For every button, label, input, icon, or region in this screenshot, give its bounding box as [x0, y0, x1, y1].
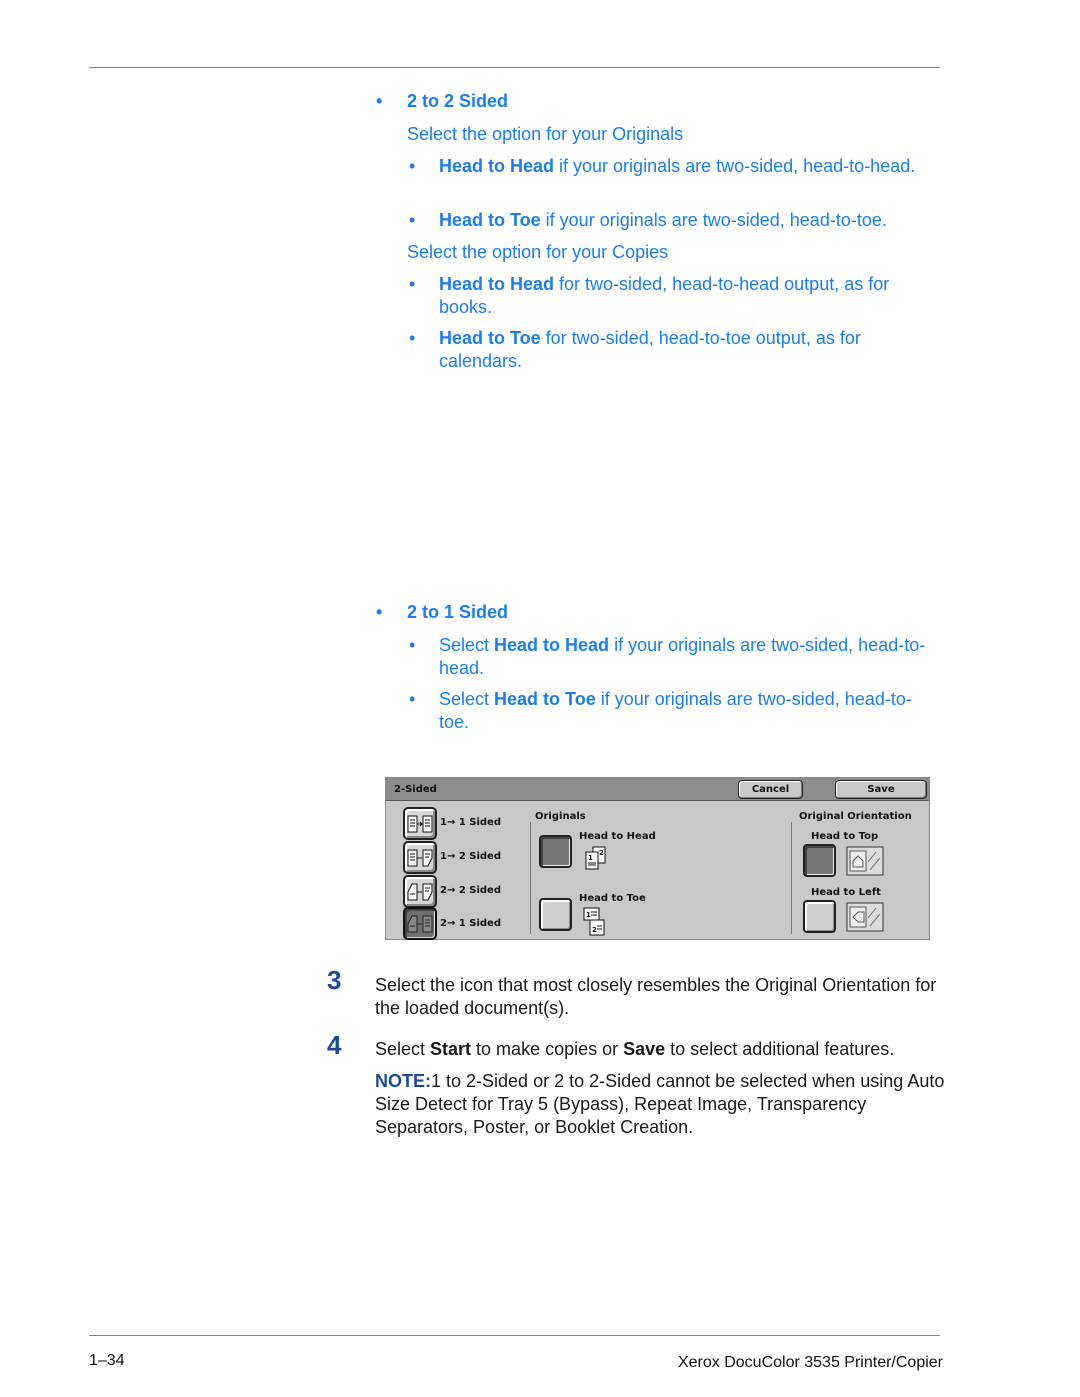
note: NOTE:1 to 2-Sided or 2 to 2-Sided cannot… — [375, 1071, 945, 1137]
head-to-top-button[interactable] — [803, 844, 836, 877]
sided-1to1-label: 1→ 1 Sided — [440, 817, 501, 828]
step-number: 3 — [327, 965, 342, 995]
list-item: • Head to Toe if your originals are two-… — [409, 210, 887, 230]
orientation-group-label: Original Orientation — [799, 811, 912, 822]
sided-1to2-label: 1→ 2 Sided — [440, 851, 501, 862]
2to2-sided-icon — [407, 883, 433, 900]
list-item: • Head to Head if your originals are two… — [409, 156, 916, 176]
panel-title: 2-Sided — [394, 784, 437, 795]
note-label: NOTE: — [375, 1071, 431, 1091]
step-text: Select the icon that most closely resemb… — [375, 975, 937, 1018]
cancel-button[interactable]: Cancel — [738, 780, 803, 799]
list-item: • Head to Head for two-sided, head-to-he… — [409, 274, 890, 317]
sided-2to1-label: 2→ 1 Sided — [440, 918, 501, 929]
head-to-left-icon — [846, 902, 884, 932]
head-to-left-button[interactable] — [803, 900, 836, 933]
head-to-head-button[interactable] — [539, 835, 572, 868]
head-to-top-icon — [846, 846, 884, 876]
sided-2to2-label: 2→ 2 Sided — [440, 885, 501, 896]
1to2-sided-icon — [407, 849, 433, 866]
sided-2to1-button[interactable] — [403, 907, 437, 940]
bullet-icon: • — [409, 274, 416, 294]
svg-text:2: 2 — [599, 849, 604, 857]
page-number: 1–34 — [89, 1352, 125, 1369]
bullet-icon: • — [409, 156, 416, 176]
save-button[interactable]: Save — [835, 780, 927, 799]
bullet-icon: • — [409, 635, 416, 655]
1to1-sided-icon — [407, 815, 433, 832]
originals-group-label: Originals — [535, 811, 586, 822]
sided-1to1-button[interactable] — [403, 807, 437, 840]
head-to-head-label: Head to Head — [579, 831, 656, 842]
footer-rule — [89, 1335, 940, 1336]
sided-2to2-button[interactable] — [403, 875, 437, 908]
header-rule — [89, 67, 940, 68]
step-text: Select Start to make copies or Save to s… — [375, 1039, 895, 1059]
divider — [791, 822, 792, 934]
bullet-icon: • — [409, 328, 416, 348]
head-to-toe-icon: 12 — [583, 907, 605, 936]
bullet-icon: • — [376, 91, 383, 111]
divider — [530, 822, 531, 934]
svg-text:1: 1 — [586, 911, 591, 919]
head-to-left-label: Head to Left — [811, 887, 881, 898]
sided-1to2-button[interactable] — [403, 841, 437, 874]
bullet-icon: • — [409, 210, 416, 230]
bullet-icon: • — [409, 689, 416, 709]
head-to-toe-label: Head to Toe — [579, 893, 646, 904]
head-to-head-icon: 21 — [585, 846, 606, 870]
step-number: 4 — [327, 1030, 342, 1060]
originals-prompt: Select the option for your Originals — [407, 124, 684, 144]
list-item: • Select Head to Head if your originals … — [409, 635, 926, 678]
panel-title-bar: 2-Sided Cancel Save — [386, 778, 929, 801]
svg-text:1: 1 — [588, 854, 593, 862]
svg-text:2: 2 — [592, 926, 597, 934]
section-heading-2to1: • 2 to 1 Sided — [376, 602, 509, 622]
2to1-sided-icon — [407, 915, 433, 932]
list-item: • Select Head to Toe if your originals a… — [409, 689, 912, 732]
head-to-toe-button[interactable] — [539, 898, 572, 931]
head-to-top-label: Head to Top — [811, 831, 879, 842]
section-heading-2to2: • 2 to 2 Sided — [376, 91, 509, 111]
two-sided-panel: 2-Sided Cancel Save 1→ 1 Sided 1→ 2 Side… — [385, 777, 930, 940]
list-item: • Head to Toe for two-sided, head-to-toe… — [409, 328, 861, 371]
bullet-icon: • — [376, 602, 383, 622]
copies-prompt: Select the option for your Copies — [407, 242, 669, 262]
product-name: Xerox DocuColor 3535 Printer/Copier — [677, 1354, 943, 1371]
